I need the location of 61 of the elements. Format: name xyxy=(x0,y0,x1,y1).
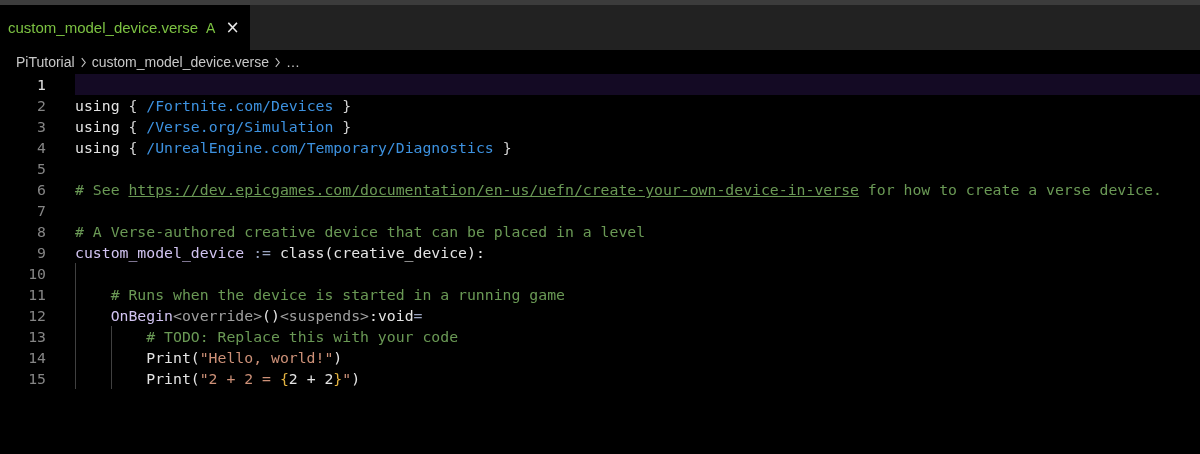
line-number: 12 xyxy=(27,306,46,326)
code-token: <suspends> xyxy=(279,306,369,326)
chevron-icon xyxy=(274,56,282,68)
line-number: 4 xyxy=(36,138,46,158)
code-token: 2 + 2 xyxy=(288,369,334,389)
line-number: 2 xyxy=(36,96,46,116)
line-number: 11 xyxy=(27,285,46,305)
line-number: 8 xyxy=(36,222,46,242)
line-number: 7 xyxy=(36,201,46,221)
code-token: { xyxy=(127,117,139,137)
chevron-icon xyxy=(79,56,87,68)
line-number: 15 xyxy=(27,369,46,389)
line-number: 14 xyxy=(27,348,46,368)
code-token: } xyxy=(341,117,352,137)
code-link[interactable]: https://dev.epicgames.com/documentation/en-us/uefn/create-your-own-device-in-verse xyxy=(128,179,859,200)
code-token: :void xyxy=(369,306,414,326)
code-token: class(creative_device): xyxy=(279,243,485,263)
code-comment: # TODO: Replace this with your code xyxy=(146,327,459,347)
string-literal: "2 + 2 = xyxy=(199,369,272,389)
breadcrumb-item[interactable]: PiTutorial xyxy=(16,54,75,70)
code-token: ) xyxy=(333,348,343,368)
code-token: { xyxy=(279,369,289,389)
code-token: using xyxy=(75,138,120,158)
code-comment: # A Verse-authored creative device that can be placed in a level xyxy=(75,222,646,242)
code-token: OnBegin xyxy=(110,306,173,326)
code-token: using xyxy=(75,96,120,116)
code-token: Print( xyxy=(146,348,200,368)
code-token: custom_model_device xyxy=(75,243,245,263)
breadcrumb-item[interactable]: custom_model_device.verse xyxy=(91,54,270,70)
code-token: := xyxy=(252,243,272,263)
close-button[interactable]: × xyxy=(223,19,242,36)
line-number: 10 xyxy=(27,264,46,284)
code-token: Print( xyxy=(146,369,200,389)
string-literal: "Hello, world!" xyxy=(199,348,334,368)
code-token: /Fortnite.com/Devices xyxy=(146,96,334,116)
code-comment: # See xyxy=(75,180,121,200)
tab-label: custom_model_device.verse xyxy=(8,19,199,36)
code-token: { xyxy=(127,96,139,116)
line-number: 3 xyxy=(36,117,46,137)
editor-tab[interactable]: custom_model_device.verse A × xyxy=(0,5,250,50)
code-token: = xyxy=(413,306,423,326)
line-number: 13 xyxy=(27,327,46,347)
code-token: } xyxy=(501,138,512,158)
code-token: } xyxy=(333,369,343,389)
code-token: ) xyxy=(351,369,361,389)
line-number: 5 xyxy=(36,159,46,179)
string-literal: " xyxy=(342,369,352,389)
breadcrumb-item[interactable]: … xyxy=(286,54,301,70)
code-token: <override> xyxy=(173,306,263,326)
line-number: 6 xyxy=(36,180,46,200)
code-token: { xyxy=(127,138,139,158)
git-status-label: A xyxy=(206,19,216,36)
code-comment: for how to create a verse device. xyxy=(866,180,1162,200)
code-token: /UnrealEngine.com/Temporary/Diagnostics xyxy=(146,138,494,158)
line-number: 9 xyxy=(36,243,46,263)
code-token: () xyxy=(262,306,280,326)
code-token: } xyxy=(341,96,352,116)
code-comment: # Runs when the device is started in a running game xyxy=(110,285,565,305)
code-token: using xyxy=(75,117,120,137)
code-token: /Verse.org/Simulation xyxy=(146,117,334,137)
line-number: 1 xyxy=(36,75,46,95)
